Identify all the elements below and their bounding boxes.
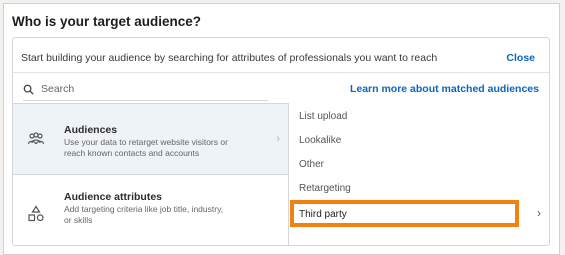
divider xyxy=(13,72,549,73)
category-audiences[interactable]: Audiences Use your data to retarget webs… xyxy=(13,104,288,174)
option-third-party[interactable]: Third party xyxy=(290,200,519,227)
audience-panel: Who is your target audience? Start build… xyxy=(3,3,560,255)
shapes-icon xyxy=(28,205,44,222)
search-icon xyxy=(23,84,34,95)
audience-builder-card: Start building your audience by searchin… xyxy=(12,37,550,246)
category-title: Audience attributes xyxy=(64,191,163,203)
category-audience-attributes[interactable]: Audience attributes Add targeting criter… xyxy=(13,175,288,245)
chevron-right-icon: › xyxy=(276,133,280,145)
close-button[interactable]: Close xyxy=(506,52,535,64)
option-list-upload[interactable]: List upload xyxy=(299,111,347,122)
search-input[interactable] xyxy=(39,82,243,96)
page-title: Who is your target audience? xyxy=(12,14,202,29)
category-column: Audiences Use your data to retarget webs… xyxy=(13,103,289,246)
people-group-icon xyxy=(27,132,45,145)
chevron-right-icon[interactable]: › xyxy=(537,206,541,220)
option-label: Third party xyxy=(299,209,347,220)
search-box[interactable] xyxy=(23,78,268,101)
option-other[interactable]: Other xyxy=(299,159,324,170)
option-lookalike[interactable]: Lookalike xyxy=(299,135,341,146)
category-title: Audiences xyxy=(64,124,118,136)
intro-text: Start building your audience by searchin… xyxy=(21,52,438,64)
learn-more-link[interactable]: Learn more about matched audiences xyxy=(350,83,539,95)
option-retargeting[interactable]: Retargeting xyxy=(299,183,351,194)
category-description: Add targeting criteria like job title, i… xyxy=(64,204,224,225)
category-description: Use your data to retarget website visito… xyxy=(64,137,228,158)
